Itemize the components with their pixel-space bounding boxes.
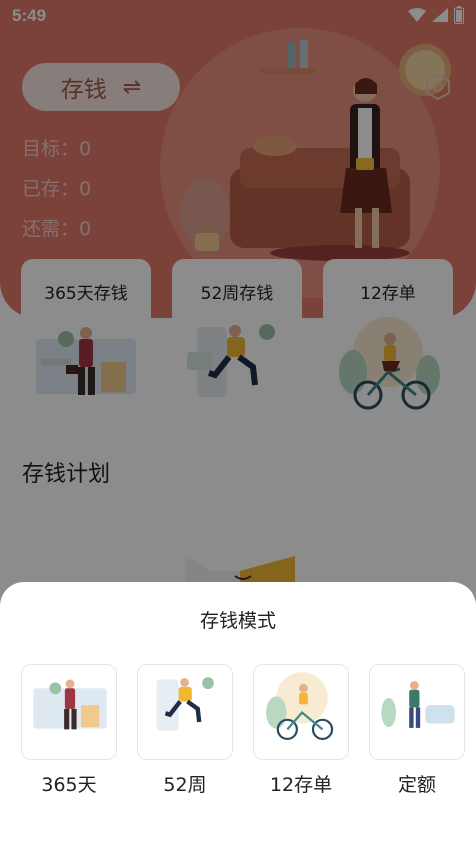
sheet-title: 存钱模式 <box>199 610 276 632</box>
runner-illustration <box>156 677 214 731</box>
option-365-days[interactable]: 365天 <box>21 664 117 797</box>
option-label: 12存单 <box>269 774 333 796</box>
sofa-person-illustration <box>381 680 455 728</box>
option-label: 365天 <box>41 774 97 796</box>
option-fixed-amount[interactable]: 定额 <box>369 664 465 797</box>
option-image-box <box>21 664 117 760</box>
app-screen: 5:49 存钱 ⇌ 目标：0 已存：0 还需：0 365天存钱 52周存钱 12… <box>0 0 476 846</box>
businessman-illustration <box>33 679 107 730</box>
option-image-box <box>137 664 233 760</box>
option-52-weeks[interactable]: 52周 <box>137 664 233 797</box>
option-12-deposits[interactable]: 12存单 <box>253 664 349 797</box>
option-image-box <box>253 664 349 760</box>
save-mode-sheet: 存钱模式 365天 52周 12存单 定额 <box>0 582 476 846</box>
option-label: 定额 <box>397 774 436 796</box>
cyclist-illustration <box>266 672 334 740</box>
option-image-box <box>369 664 465 760</box>
option-label: 52周 <box>163 774 207 796</box>
